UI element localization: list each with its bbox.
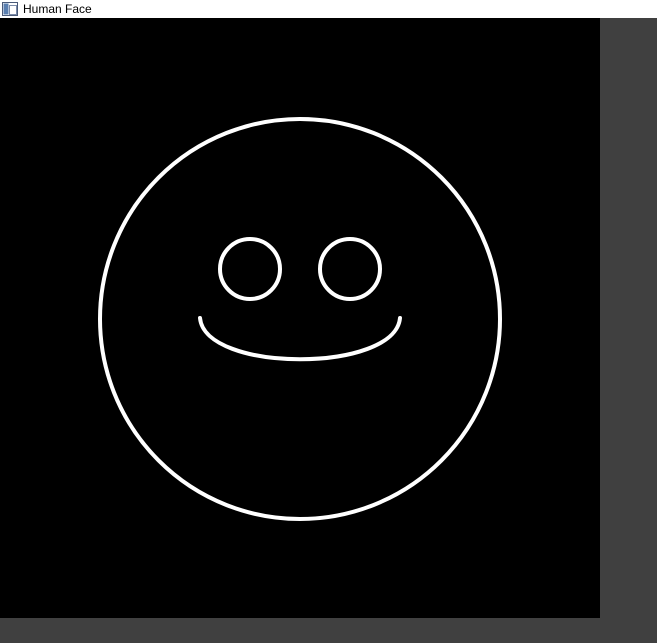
smile-mouth xyxy=(198,316,402,362)
face-outline xyxy=(98,117,502,521)
smiley-face-drawing xyxy=(98,117,502,521)
right-eye xyxy=(318,237,382,301)
window-app-icon[interactable] xyxy=(2,2,18,16)
app-window: Human Face xyxy=(0,0,657,643)
window-title: Human Face xyxy=(23,2,92,16)
drawing-canvas xyxy=(0,18,600,618)
left-eye xyxy=(218,237,282,301)
title-bar[interactable]: Human Face xyxy=(0,0,657,18)
